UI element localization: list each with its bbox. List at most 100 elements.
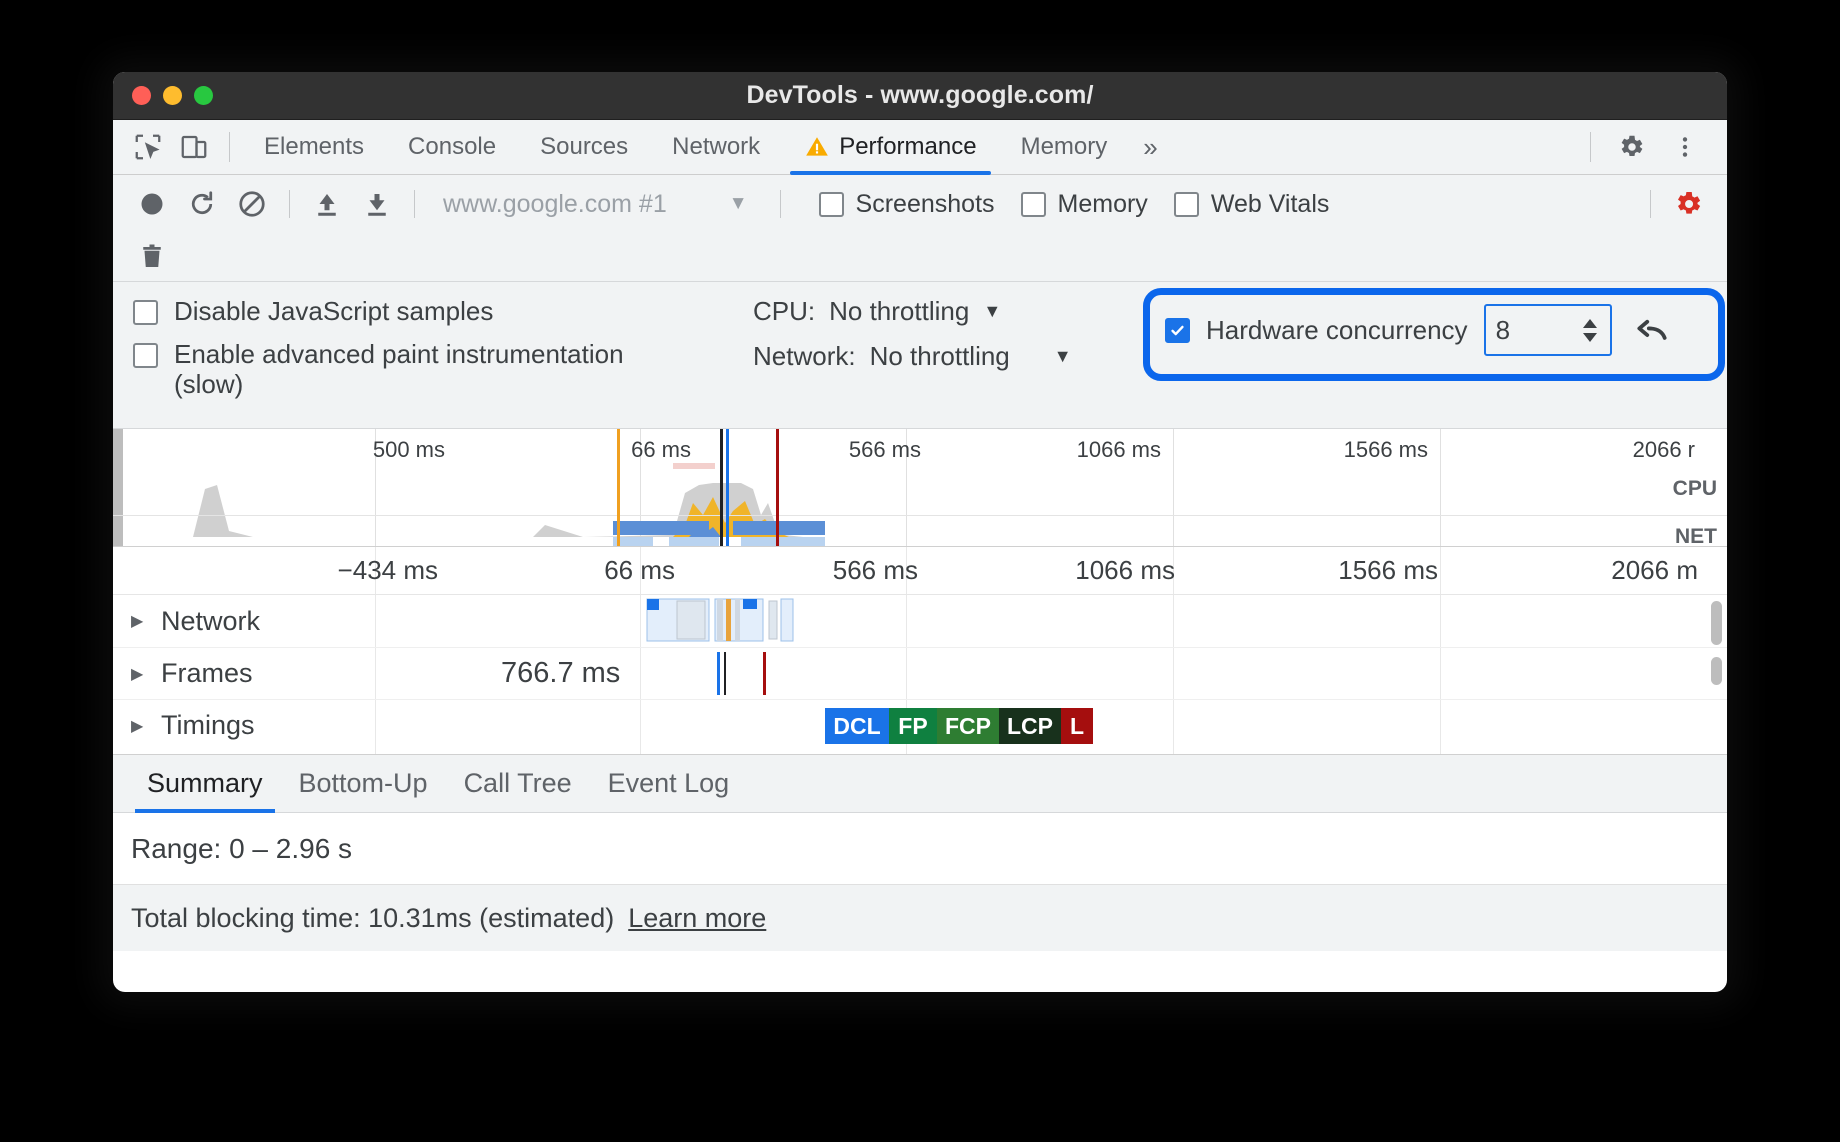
tab-summary[interactable]: Summary <box>129 768 281 812</box>
tab-console[interactable]: Console <box>386 120 518 174</box>
tab-memory[interactable]: Memory <box>999 120 1130 174</box>
hardware-concurrency-input[interactable]: 8 <box>1484 304 1612 356</box>
clear-recording-icon[interactable] <box>227 182 277 226</box>
checkbox-label: Memory <box>1058 190 1148 219</box>
panel-tabs: Elements Console Sources Network <box>242 120 1172 174</box>
overview-tick: 566 ms <box>849 437 921 463</box>
devtools-tabbar: Elements Console Sources Network <box>113 120 1727 175</box>
checkbox-box[interactable] <box>133 343 158 368</box>
number-stepper[interactable] <box>1580 318 1600 343</box>
chevron-down-icon[interactable]: ▼ <box>983 301 1001 322</box>
checkbox-web-vitals[interactable]: Web Vitals <box>1174 190 1330 219</box>
reload-record-icon[interactable] <box>177 182 227 226</box>
checkbox-memory[interactable]: Memory <box>1021 190 1148 219</box>
expand-arrow-icon[interactable]: ▶ <box>131 664 149 684</box>
overview-cpu-label: CPU <box>1673 477 1717 501</box>
timing-badge-l[interactable]: L <box>1061 708 1093 744</box>
network-throttling-control[interactable]: Network: No throttling ▼ <box>753 341 1133 372</box>
checkbox-screenshots[interactable]: Screenshots <box>819 190 995 219</box>
toolbar-divider <box>1650 190 1651 218</box>
track-row-network[interactable]: ▶ Network <box>113 595 1727 647</box>
expand-arrow-icon[interactable]: ▶ <box>131 716 149 736</box>
frame-marker-red <box>763 652 766 695</box>
capture-settings-gear-icon[interactable] <box>1663 182 1713 226</box>
inspect-element-icon[interactable] <box>125 127 171 167</box>
performance-toolbar-row-2 <box>127 233 1713 281</box>
trash-icon[interactable] <box>127 235 177 279</box>
overview-marker-black <box>720 429 723 546</box>
stepper-up-icon <box>1580 318 1600 329</box>
performance-toolbar: www.google.com #1 ▼ Screenshots Memory W… <box>113 175 1727 282</box>
cpu-throttling-value[interactable]: No throttling <box>829 296 969 327</box>
settings-throttling-column: CPU: No throttling ▼ Network: No throttl… <box>753 296 1133 386</box>
tab-performance[interactable]: Performance <box>782 120 998 174</box>
overview-tick: 500 ms <box>373 437 445 463</box>
chevron-down-icon[interactable]: ▼ <box>1054 346 1072 367</box>
overview-tick: 66 ms <box>631 437 691 463</box>
overview-cpu-baseline <box>113 515 1727 516</box>
track-row-timings[interactable]: ▶ Timings DCL FP FCP LCP L <box>113 699 1727 751</box>
setting-label: Disable JavaScript samples <box>174 296 493 327</box>
track-label: Frames <box>161 658 253 689</box>
network-request-bars <box>113 597 1725 645</box>
tab-label: Network <box>672 133 760 161</box>
tab-network[interactable]: Network <box>650 120 782 174</box>
save-profile-icon[interactable] <box>352 182 402 226</box>
timeline-overview[interactable]: 500 ms 66 ms 566 ms 1066 ms 1566 ms 2066… <box>113 429 1727 547</box>
chevron-down-icon[interactable]: ▼ <box>729 193 748 215</box>
cpu-throttling-label: CPU: <box>753 296 815 327</box>
settings-gear-icon[interactable] <box>1605 125 1657 169</box>
timeline-tracks[interactable]: −434 ms 66 ms 566 ms 1066 ms 1566 ms 206… <box>113 547 1727 755</box>
record-circle-icon[interactable] <box>127 182 177 226</box>
tracks-tick: 2066 m <box>1611 555 1698 586</box>
hardware-concurrency-checkbox[interactable] <box>1165 318 1190 343</box>
checkbox-label: Screenshots <box>856 190 995 219</box>
tracks-scrollbar-thumb-bottom[interactable] <box>1711 657 1722 685</box>
hardware-concurrency-control: Hardware concurrency 8 <box>1165 304 1676 356</box>
toolbar-divider-right <box>1590 132 1591 162</box>
network-throttling-label: Network: <box>753 341 856 372</box>
tracks-tick: 1066 ms <box>1075 555 1175 586</box>
total-blocking-time-text: Total blocking time: 10.31ms (estimated) <box>131 903 614 934</box>
tabbar-right-controls <box>1578 125 1727 169</box>
more-tabs-icon[interactable]: » <box>1129 132 1171 163</box>
tab-label: Memory <box>1021 133 1108 161</box>
tracks-tick: 66 ms <box>604 555 675 586</box>
cpu-throttling-control[interactable]: CPU: No throttling ▼ <box>753 296 1133 327</box>
track-row-frames[interactable]: ▶ Frames 766.7 ms <box>113 647 1727 699</box>
checkbox-box[interactable] <box>819 192 844 217</box>
tracks-scrollbar-thumb-top[interactable] <box>1711 601 1722 645</box>
tab-event-log[interactable]: Event Log <box>590 768 748 812</box>
device-toolbar-icon[interactable] <box>171 127 217 167</box>
screenshot-root: DevTools - www.google.com/ Elements <box>0 0 1840 1142</box>
overview-net-graph <box>113 519 1725 547</box>
window-title: DevTools - www.google.com/ <box>113 81 1727 110</box>
checkbox-box[interactable] <box>1174 192 1199 217</box>
tab-call-tree[interactable]: Call Tree <box>446 768 590 812</box>
checkbox-box[interactable] <box>1021 192 1046 217</box>
setting-advanced-paint-instrumentation[interactable]: Enable advanced paint instrumentation (s… <box>133 339 753 400</box>
toolbar-divider <box>780 190 781 218</box>
window-titlebar: DevTools - www.google.com/ <box>113 72 1727 120</box>
tab-elements[interactable]: Elements <box>242 120 386 174</box>
recording-selector-label[interactable]: www.google.com #1 <box>443 190 667 219</box>
capture-settings-pane: Disable JavaScript samples Enable advanc… <box>113 282 1727 429</box>
timing-badge-lcp[interactable]: LCP <box>999 708 1061 744</box>
summary-range-row: Range: 0 – 2.96 s <box>113 813 1727 885</box>
tracks-tick: 566 ms <box>833 555 918 586</box>
tab-sources[interactable]: Sources <box>518 120 650 174</box>
timing-badge-fp[interactable]: FP <box>889 708 937 744</box>
load-profile-icon[interactable] <box>302 182 352 226</box>
network-throttling-value[interactable]: No throttling <box>870 341 1010 372</box>
more-options-icon[interactable] <box>1659 125 1711 169</box>
hardware-concurrency-reset-button[interactable] <box>1628 306 1676 354</box>
frame-marker-dark <box>724 652 726 695</box>
overview-tick: 1566 ms <box>1344 437 1428 463</box>
setting-disable-js-samples[interactable]: Disable JavaScript samples <box>133 296 753 327</box>
learn-more-link[interactable]: Learn more <box>628 903 766 934</box>
checkbox-box[interactable] <box>133 300 158 325</box>
overview-tick: 1066 ms <box>1077 437 1161 463</box>
timing-badge-fcp[interactable]: FCP <box>937 708 999 744</box>
tab-bottom-up[interactable]: Bottom-Up <box>281 768 446 812</box>
timing-badge-dcl[interactable]: DCL <box>825 708 889 744</box>
